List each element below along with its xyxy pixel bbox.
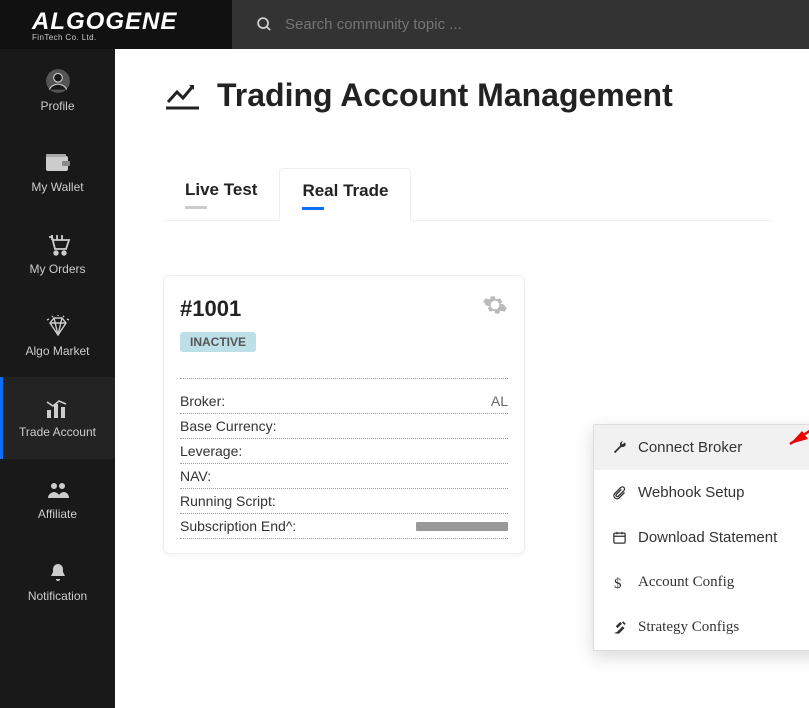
account-card: #1001 INACTIVE Broker: AL Base Currency:… [163, 275, 525, 554]
tabs: Live Test Real Trade [163, 168, 773, 221]
sidebar-label: My Wallet [31, 180, 83, 194]
sidebar-item-orders[interactable]: My Orders [0, 213, 115, 295]
user-icon [45, 68, 71, 94]
menu-connect-broker[interactable]: Connect Broker [594, 425, 809, 470]
logo-area[interactable]: ALGOGENE FinTech Co. Ltd. [0, 0, 232, 49]
people-icon [44, 480, 72, 502]
logo-text: ALGOGENE [32, 8, 177, 36]
row-nav: NAV: [180, 464, 508, 489]
sidebar-label: Notification [28, 589, 87, 603]
status-badge: INACTIVE [180, 332, 256, 352]
dollar-icon: $ [610, 575, 628, 591]
menu-label: Webhook Setup [638, 484, 744, 501]
sidebar-label: Profile [40, 99, 74, 113]
gear-dropdown: Connect Broker Webhook Setup Download St… [593, 424, 809, 651]
menu-label: Download Statement [638, 529, 777, 546]
sidebar-item-algo-market[interactable]: Algo Market [0, 295, 115, 377]
redacted-value [416, 522, 508, 531]
gear-icon[interactable] [482, 292, 508, 318]
chart-line-icon [163, 80, 203, 112]
sidebar-item-affiliate[interactable]: Affiliate [0, 459, 115, 541]
row-subscription-end: Subscription End^: [180, 514, 508, 539]
row-base-currency: Base Currency: [180, 414, 508, 439]
sidebar-item-notification[interactable]: Notification [0, 541, 115, 623]
sidebar-item-wallet[interactable]: My Wallet [0, 131, 115, 213]
search-icon [256, 16, 273, 33]
sidebar-label: My Orders [29, 262, 85, 276]
row-label: Leverage: [180, 443, 242, 459]
menu-strategy-configs[interactable]: Strategy Configs ▾ [594, 605, 809, 650]
tools-icon [610, 620, 628, 635]
row-leverage: Leverage: [180, 439, 508, 464]
search-input[interactable] [285, 16, 809, 33]
sidebar-label: Trade Account [19, 425, 96, 439]
account-rows: Broker: AL Base Currency: Leverage: NAV:… [180, 389, 508, 539]
account-id: #1001 [180, 296, 508, 322]
row-label: NAV: [180, 468, 211, 484]
sidebar-label: Algo Market [25, 344, 89, 358]
row-broker: Broker: AL [180, 389, 508, 414]
wrench-icon [610, 440, 628, 455]
page-title: Trading Account Management [163, 77, 773, 114]
sidebar: Profile My Wallet My Orders Algo Market … [0, 49, 115, 708]
tab-real-trade[interactable]: Real Trade [279, 168, 411, 221]
tab-live-test[interactable]: Live Test [163, 168, 279, 220]
search-area [232, 0, 809, 49]
calendar-icon [610, 530, 628, 545]
tab-label: Live Test [185, 180, 257, 199]
tab-indicator [302, 207, 324, 210]
clip-icon [610, 485, 628, 500]
main: Trading Account Management Live Test Rea… [115, 49, 809, 708]
row-label: Broker: [180, 393, 225, 409]
divider [180, 378, 508, 379]
sidebar-item-profile[interactable]: Profile [0, 49, 115, 131]
tab-label: Real Trade [302, 181, 388, 200]
row-label: Base Currency: [180, 418, 276, 434]
page-title-text: Trading Account Management [217, 77, 673, 114]
bell-icon [47, 562, 69, 584]
menu-label: Strategy Configs [638, 619, 739, 636]
menu-label: Connect Broker [638, 439, 742, 456]
sidebar-label: Affiliate [38, 507, 77, 521]
tab-indicator [185, 206, 207, 209]
chart-bars-icon [44, 398, 72, 420]
sidebar-item-trade-account[interactable]: Trade Account [0, 377, 115, 459]
diamond-icon [45, 315, 71, 339]
topbar: ALGOGENE FinTech Co. Ltd. [0, 0, 809, 49]
menu-download-statement[interactable]: Download Statement [594, 515, 809, 560]
svg-text:$: $ [614, 576, 622, 591]
menu-webhook-setup[interactable]: Webhook Setup [594, 470, 809, 515]
row-running-script: Running Script: [180, 489, 508, 514]
row-label: Subscription End^: [180, 518, 296, 534]
menu-label: Account Config [638, 574, 734, 591]
row-label: Running Script: [180, 493, 276, 509]
cart-icon [45, 233, 71, 257]
wallet-icon [44, 151, 72, 175]
menu-account-config[interactable]: $ Account Config ▾ [594, 560, 809, 605]
row-value [416, 518, 508, 534]
row-value: AL [491, 393, 508, 409]
